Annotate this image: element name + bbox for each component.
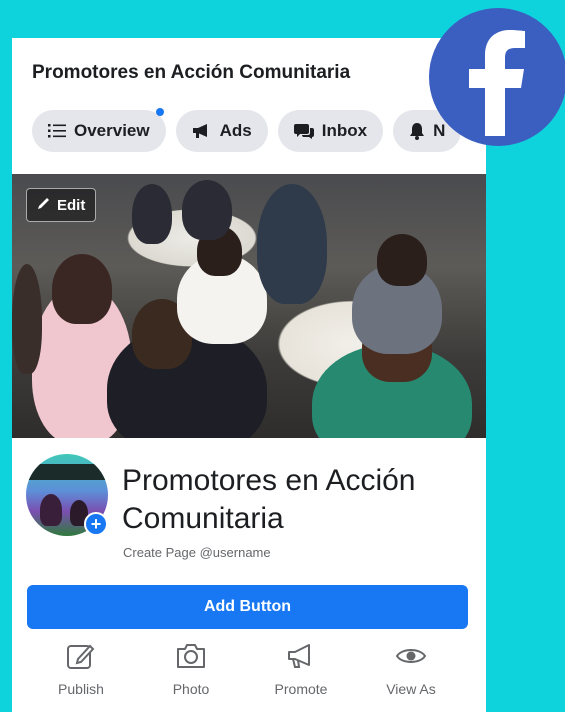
tab-ads-label: Ads [219,121,252,140]
page-title: Promotores en Acción Comunitaria [32,62,351,83]
promote-button[interactable]: Promote [246,642,356,697]
camera-icon [175,642,207,673]
edit-cover-button[interactable]: Edit [26,188,97,222]
compose-icon [66,642,96,673]
photo-button[interactable]: Photo [136,642,246,697]
chat-bubbles-icon [293,122,314,140]
pencil-icon [37,196,51,214]
view-as-button[interactable]: View As [356,642,466,697]
facebook-logo-icon [429,8,565,146]
promote-label: Promote [274,681,328,697]
publish-button[interactable]: Publish [26,642,136,697]
cover-photo[interactable]: Edit [12,174,486,438]
create-username-link[interactable]: Create Page @username [123,545,271,560]
tab-overview[interactable]: Overview [32,108,166,152]
plus-icon: + [90,514,102,534]
bell-icon [409,122,425,140]
tab-overview-label: Overview [74,121,150,140]
add-button[interactable]: Add Button [27,585,468,629]
megaphone-outline-icon [285,642,317,673]
megaphone-icon [192,123,212,139]
action-bar: Publish Photo Promote View As [12,642,486,697]
view-as-label: View As [386,681,436,697]
eye-icon [395,642,427,673]
profile-name: Promotores en Acción Comunitaria [122,464,416,535]
tab-notifications-label: N [433,121,446,140]
tab-bar: Overview Ads Inbox N [32,108,462,152]
tab-inbox-label: Inbox [321,121,368,140]
edit-label: Edit [57,196,86,214]
tab-inbox[interactable]: Inbox [277,110,384,152]
photo-label: Photo [172,681,210,697]
list-icon [48,123,66,139]
add-photo-badge[interactable]: + [84,512,108,536]
tab-ads[interactable]: Ads [175,110,268,152]
publish-label: Publish [58,681,104,697]
notification-dot [155,108,164,116]
page-screen: Promotores en Acción Comunitaria Overvie… [12,38,486,712]
